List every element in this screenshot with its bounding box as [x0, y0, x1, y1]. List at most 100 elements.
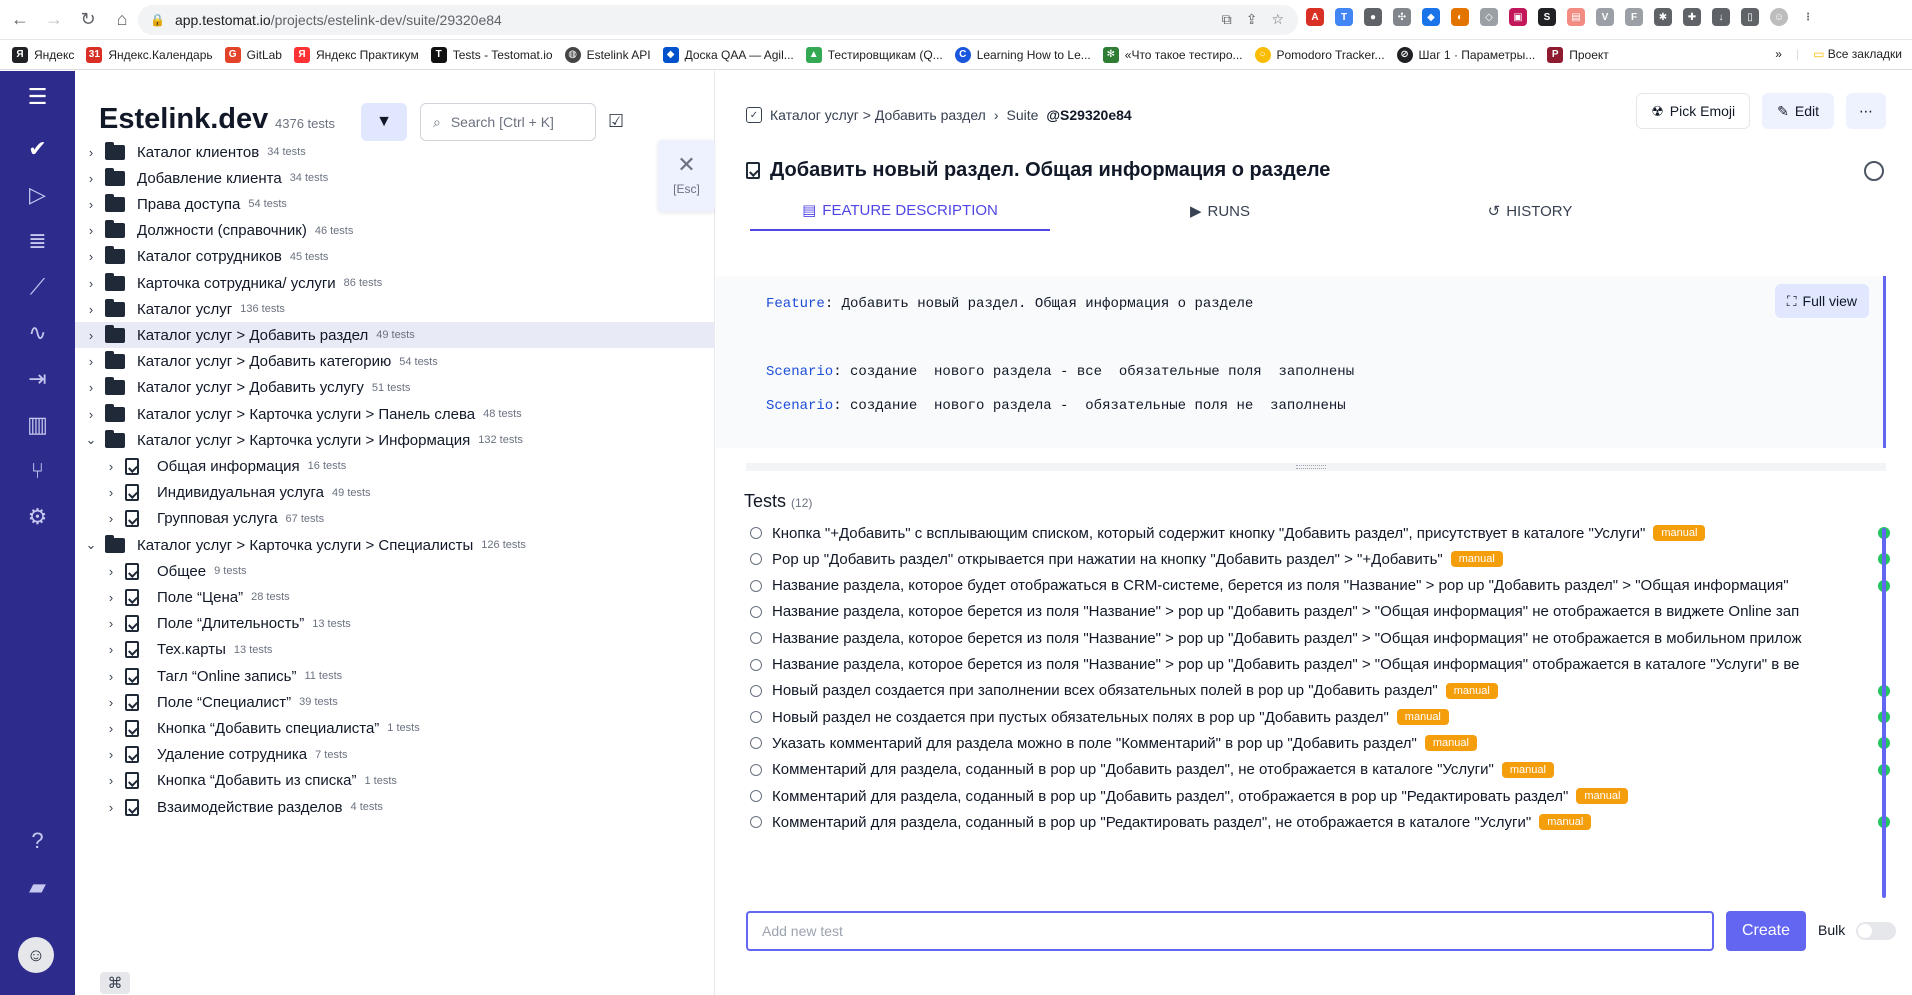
translate-icon[interactable]: ⧉ — [1222, 11, 1232, 28]
suite-file-row[interactable]: › Поле “Длительность” 13 tests — [75, 611, 715, 637]
tab-history[interactable]: ↺ HISTORY — [1430, 191, 1630, 231]
suite-file-row[interactable]: › Тагл “Online запись” 11 tests — [75, 663, 715, 689]
analytics-icon[interactable]: ▥ — [0, 405, 75, 445]
import-icon[interactable]: ⇥ — [0, 359, 75, 399]
chevron-right-icon[interactable]: › — [103, 511, 119, 526]
suite-file-row[interactable]: › Кнопка “Добавить из списка” 1 tests — [75, 768, 715, 794]
translate-ext-icon[interactable]: T — [1335, 8, 1353, 26]
reload-icon[interactable]: ↻ — [74, 6, 102, 34]
ext-icon[interactable]: ◇ — [1480, 8, 1498, 26]
puzzle-icon[interactable]: ✚ — [1683, 8, 1701, 26]
chevron-right-icon[interactable]: › — [103, 616, 119, 631]
scrollbar[interactable] — [1882, 528, 1886, 898]
bookmark[interactable]: ⊘ Шаг 1 · Параметры... — [1396, 46, 1535, 63]
branches-icon[interactable]: ⑂ — [0, 451, 75, 491]
suite-folder-row[interactable]: › Каталог услуг > Добавить услугу 51 tests — [75, 375, 715, 401]
suite-folder-row[interactable]: › Каталог услуг > Добавить раздел 49 tests — [75, 322, 715, 349]
profile-icon[interactable]: ☺ — [1770, 8, 1788, 26]
back-icon[interactable]: ← — [6, 6, 34, 34]
resize-splitter[interactable] — [746, 463, 1886, 471]
home-icon[interactable]: ⌂ — [108, 6, 136, 34]
chevron-right-icon[interactable]: › — [83, 302, 99, 317]
bookmark[interactable]: ◍ Estelink API — [564, 46, 651, 63]
star-icon[interactable]: ☆ — [1271, 11, 1284, 28]
chevron-right-icon[interactable]: › — [103, 695, 119, 710]
tab-feature-description[interactable]: ▤ FEATURE DESCRIPTION — [750, 191, 1050, 231]
chevron-right-icon[interactable]: › — [103, 747, 119, 762]
suite-file-row[interactable]: › Удаление сотрудника 7 tests — [75, 742, 715, 768]
suite-folder-row[interactable]: ⌄ Каталог услуг > Карточка услуги > Специ… — [75, 532, 715, 558]
suite-folder-row[interactable]: › Добавление клиента 34 tests — [75, 165, 715, 191]
chevron-right-icon[interactable]: › — [83, 328, 99, 343]
pulse-icon[interactable]: ∿ — [0, 313, 75, 353]
test-status-circle-icon[interactable] — [750, 711, 762, 724]
settings-gear-icon[interactable]: ⚙ — [0, 497, 75, 537]
ext-icon[interactable]: ● — [1364, 8, 1382, 26]
address-bar[interactable]: 🔒 app.testomat.io /projects/estelink-dev… — [138, 5, 1298, 35]
suite-folder-row[interactable]: › Каталог клиентов 34 tests — [75, 139, 715, 165]
chevron-right-icon[interactable]: › — [103, 590, 119, 605]
test-row[interactable]: Комментарий для раздела, соданный в pop … — [750, 806, 1900, 838]
more-button[interactable]: ⋯ — [1846, 93, 1886, 129]
bookmark[interactable]: ◆ Доска QAA — Agil... — [662, 46, 794, 63]
suite-folder-row[interactable]: › Каталог услуг > Карточка услуги > Панел… — [75, 401, 715, 427]
avatar[interactable]: ☺ — [18, 937, 54, 973]
suite-folder-row[interactable]: › Каталог услуг 136 tests — [75, 296, 715, 322]
filter-icon[interactable]: ▼ — [361, 103, 407, 141]
ext-icon[interactable]: ✣ — [1393, 8, 1411, 26]
suite-folder-row[interactable]: › Каталог сотрудников 45 tests — [75, 244, 715, 270]
ext-icon[interactable]: ▣ — [1509, 8, 1527, 26]
bookmark[interactable]: C Learning How to Le... — [954, 46, 1091, 63]
runs-play-icon[interactable]: ▷ — [0, 175, 75, 215]
ext-icon[interactable]: F — [1625, 8, 1643, 26]
bookmark[interactable]: 31 Яндекс.Календарь — [86, 46, 213, 63]
projects-folder-icon[interactable]: ▰ — [0, 867, 75, 907]
bookmark[interactable]: ▲ Тестировщикам (Q... — [805, 46, 943, 63]
suite-file-row[interactable]: › Общая информация 16 tests — [75, 453, 715, 479]
bookmark[interactable]: G GitLab — [224, 46, 282, 63]
ext-icon[interactable]: ✱ — [1654, 8, 1672, 26]
chevron-right-icon[interactable]: › — [83, 145, 99, 160]
suite-file-row[interactable]: › Групповая услуга 67 tests — [75, 506, 715, 532]
chevron-right-icon[interactable]: › — [103, 800, 119, 815]
suite-file-row[interactable]: › Взаимодействие разделов 4 tests — [75, 794, 715, 820]
search-input[interactable]: ⌕ Search [Ctrl + K] — [420, 103, 596, 141]
hamburger-menu-icon[interactable]: ☰ — [0, 77, 75, 117]
command-key-icon[interactable]: ⌘ — [100, 972, 130, 994]
suite-file-row[interactable]: › Индивидуальная услуга 49 tests — [75, 480, 715, 506]
chevron-right-icon[interactable]: › — [83, 380, 99, 395]
ext-icon[interactable]: ▤ — [1567, 8, 1585, 26]
chevron-right-icon[interactable]: › — [103, 485, 119, 500]
suite-file-row[interactable]: › Поле “Специалист” 39 tests — [75, 689, 715, 715]
ext-icon[interactable]: ◐ — [1451, 8, 1469, 26]
all-bookmarks[interactable]: ▭ Все закладки — [1813, 47, 1902, 61]
chevron-down-icon[interactable]: ⌄ — [83, 537, 99, 553]
breadcrumb-path[interactable]: Каталог услуг > Добавить раздел — [770, 107, 986, 123]
add-test-input[interactable]: Add new test — [746, 911, 1714, 951]
suite-file-row[interactable]: › Кнопка “Добавить специалиста” 1 tests — [75, 715, 715, 741]
menu-kebab-icon[interactable]: ⋮ — [1799, 8, 1817, 26]
suite-folder-row[interactable]: › Карточка сотрудника/ услуги 86 tests — [75, 270, 715, 296]
chevron-right-icon[interactable]: › — [83, 354, 99, 369]
test-status-circle-icon[interactable] — [750, 527, 762, 539]
suite-file-row[interactable]: › Общее 9 tests — [75, 558, 715, 584]
test-status-circle-icon[interactable] — [750, 684, 762, 697]
chevron-right-icon[interactable]: › — [103, 669, 119, 684]
suite-folder-row[interactable]: › Должности (справочник) 46 tests — [75, 218, 715, 244]
adblock-icon[interactable]: A — [1306, 8, 1324, 26]
suite-folder-row[interactable]: › Каталог услуг > Добавить категорию 54 te… — [75, 349, 715, 375]
test-status-circle-icon[interactable] — [750, 737, 762, 750]
test-status-circle-icon[interactable] — [750, 605, 762, 618]
chevron-right-icon[interactable]: › — [83, 276, 99, 291]
chevron-right-icon[interactable]: › — [103, 773, 119, 788]
chevron-right-icon[interactable]: › — [103, 642, 119, 657]
tests-check-icon[interactable]: ✔ — [0, 129, 75, 169]
help-icon[interactable]: ? — [0, 821, 75, 861]
create-button[interactable]: Create — [1726, 911, 1806, 951]
ext-icon[interactable]: S — [1538, 8, 1556, 26]
suite-file-row[interactable]: › Тех.карты 13 tests — [75, 637, 715, 663]
pick-emoji-button[interactable]: ☢ Pick Emoji — [1636, 93, 1751, 129]
suite-folder-row[interactable]: ⌄ Каталог услуг > Карточка услуги > Инфор… — [75, 427, 715, 453]
bookmark[interactable]: ✻ «Что такое тестиро... — [1102, 46, 1243, 63]
download-icon[interactable]: ↓ — [1712, 8, 1730, 26]
